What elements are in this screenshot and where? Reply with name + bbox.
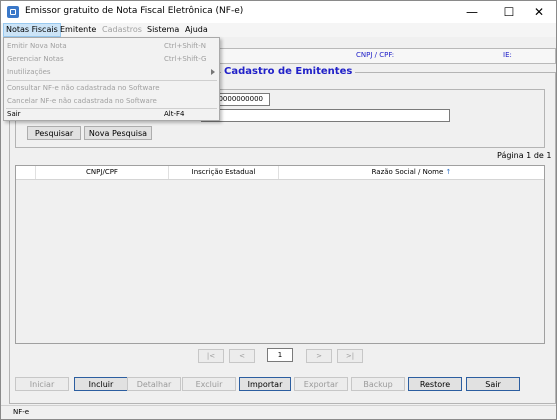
- menu-bar: Notas Fiscais Emitente Cadastros Sistema…: [1, 23, 556, 37]
- panel-title: Cadastro de Emitentes: [221, 66, 356, 77]
- menu-item-consultar-nfe[interactable]: Consultar NF-e não cadastrada no Softwar…: [4, 82, 219, 94]
- page-number-input[interactable]: 1: [267, 348, 293, 362]
- cnpj-label: CNPJ / CPF:: [356, 51, 395, 59]
- menu-separator: [6, 80, 217, 81]
- grid-row-header: [16, 166, 36, 179]
- razao-social-input[interactable]: [201, 109, 450, 122]
- emitentes-grid: CNPJ/CPF Inscrição Estadual Razão Social…: [15, 165, 545, 344]
- ie-label: IE:: [503, 51, 512, 59]
- column-cnpj[interactable]: CNPJ/CPF: [36, 166, 169, 179]
- menu-ajuda[interactable]: Ajuda: [183, 24, 210, 36]
- new-search-button[interactable]: Nova Pesquisa: [84, 126, 152, 140]
- sair-button[interactable]: Sair: [466, 377, 520, 391]
- restore-button[interactable]: Restore: [408, 377, 462, 391]
- menu-notas-fiscais[interactable]: Notas Fiscais: [3, 23, 61, 37]
- app-window: Emissor gratuito de Nota Fiscal Eletrôni…: [0, 0, 557, 420]
- status-bar: NF-e: [1, 405, 556, 420]
- menu-item-cancelar-nfe[interactable]: Cancelar NF-e não cadastrada no Software: [4, 95, 219, 107]
- menu-item-label: Gerenciar Notas: [7, 55, 64, 63]
- menu-item-gerenciar-notas[interactable]: Gerenciar Notas Ctrl+Shift-G: [4, 53, 219, 65]
- search-button[interactable]: Pesquisar: [27, 126, 81, 140]
- incluir-button[interactable]: Incluir: [74, 377, 128, 391]
- grid-header: CNPJ/CPF Inscrição Estadual Razão Social…: [16, 166, 544, 180]
- page-info: Página 1 de 1: [497, 151, 552, 160]
- minimize-button[interactable]: —: [455, 1, 489, 23]
- menu-item-sair[interactable]: Sair Alt-F4: [4, 108, 219, 120]
- maximize-button[interactable]: ☐: [492, 1, 526, 23]
- menu-item-label: Sair: [7, 110, 21, 118]
- column-razao-social-label: Razão Social / Nome: [371, 168, 444, 176]
- menu-cadastros[interactable]: Cadastros: [100, 24, 144, 36]
- next-page-button[interactable]: >: [306, 349, 332, 363]
- menu-emitente[interactable]: Emitente: [58, 24, 98, 36]
- first-page-button[interactable]: |<: [198, 349, 224, 363]
- close-button[interactable]: ✕: [522, 1, 556, 23]
- menu-item-label: Cancelar NF-e não cadastrada no Software: [7, 97, 157, 105]
- excluir-button[interactable]: Excluir: [182, 377, 236, 391]
- exportar-button[interactable]: Exportar: [294, 377, 348, 391]
- title-bar: Emissor gratuito de Nota Fiscal Eletrôni…: [1, 1, 556, 23]
- last-page-button[interactable]: >|: [337, 349, 363, 363]
- app-icon: [7, 6, 19, 18]
- status-text: NF-e: [13, 408, 30, 416]
- menu-item-shortcut: Ctrl+Shift-G: [164, 55, 207, 63]
- column-inscricao-estadual[interactable]: Inscrição Estadual: [169, 166, 279, 179]
- column-razao-social[interactable]: Razão Social / Nome ↑: [279, 166, 544, 179]
- notas-fiscais-dropdown: Emitir Nova Nota Ctrl+Shift-N Gerenciar …: [3, 37, 220, 121]
- menu-item-emitir-nova-nota[interactable]: Emitir Nova Nota Ctrl+Shift-N: [4, 40, 219, 52]
- menu-sistema[interactable]: Sistema: [145, 24, 181, 36]
- detalhar-button[interactable]: Detalhar: [127, 377, 181, 391]
- menu-item-label: Emitir Nova Nota: [7, 42, 67, 50]
- menu-item-shortcut: Alt-F4: [164, 110, 185, 118]
- iniciar-button[interactable]: Iniciar: [15, 377, 69, 391]
- sort-ascending-icon: ↑: [445, 168, 452, 176]
- menu-item-shortcut: Ctrl+Shift-N: [164, 42, 206, 50]
- submenu-arrow-icon: [211, 69, 215, 75]
- menu-item-inutilizacoes[interactable]: Inutilizações: [4, 66, 219, 78]
- window-title: Emissor gratuito de Nota Fiscal Eletrôni…: [25, 6, 244, 16]
- menu-item-label: Consultar NF-e não cadastrada no Softwar…: [7, 84, 160, 92]
- importar-button[interactable]: Importar: [239, 377, 291, 391]
- backup-button[interactable]: Backup: [351, 377, 405, 391]
- prev-page-button[interactable]: <: [229, 349, 255, 363]
- menu-item-label: Inutilizações: [7, 68, 51, 76]
